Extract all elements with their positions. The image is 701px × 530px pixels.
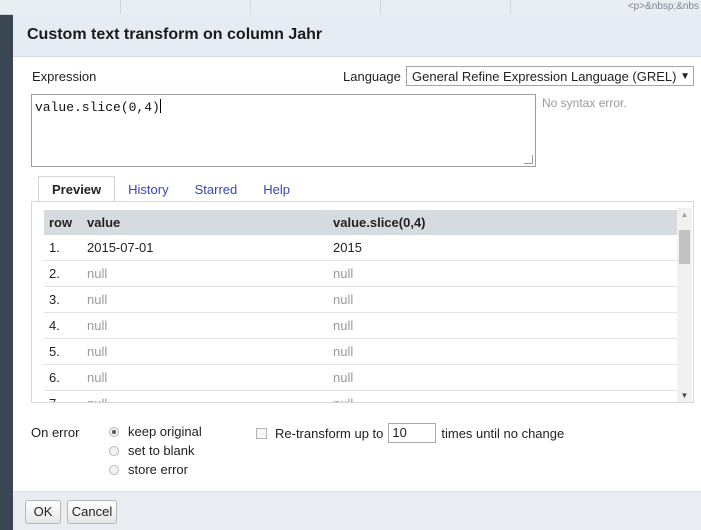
row-value: null [85, 286, 333, 313]
option-label: set to blank [128, 443, 195, 458]
on-error-options: keep original set to blank store error [109, 422, 202, 479]
row-value: null [85, 260, 333, 287]
background-cell-snippet: <p>&nbsp;&nbs [627, 1, 699, 12]
radio-store-error[interactable] [109, 464, 119, 475]
scroll-down-arrow-icon[interactable]: ▼ [677, 391, 692, 400]
retransform-label: Re-transform up to [275, 425, 384, 441]
table-row: 3. null null [44, 286, 677, 313]
retransform-times-input[interactable]: 10 [388, 423, 437, 443]
column-header-result: value.slice(0,4) [333, 210, 677, 235]
row-number: 7. [44, 390, 85, 402]
tab-starred[interactable]: Starred [182, 178, 251, 202]
preview-tabs: Preview History Starred Help [38, 175, 303, 202]
row-number: 5. [44, 338, 85, 365]
preview-panel: row value value.slice(0,4) 1. 2015-07-01… [31, 201, 694, 403]
column-header-value: value [85, 210, 333, 235]
row-result: null [333, 286, 677, 313]
expression-label: Expression [32, 69, 97, 84]
row-number: 2. [44, 260, 85, 287]
text-caret [159, 99, 161, 113]
preview-scrollbar[interactable]: ▲ ▼ [677, 208, 692, 402]
table-row: 2. null null [44, 260, 677, 287]
option-keep-original[interactable]: keep original [109, 422, 202, 441]
dialog-title: Custom text transform on column Jahr [27, 26, 323, 43]
table-row: 5. null null [44, 338, 677, 365]
row-number: 1. [44, 235, 85, 261]
row-result: 2015 [333, 235, 677, 261]
syntax-status: No syntax error. [542, 96, 627, 110]
row-number: 3. [44, 286, 85, 313]
dialog-footer: OK Cancel [13, 491, 701, 530]
language-select[interactable]: General Refine Expression Language (GREL… [406, 66, 694, 86]
cancel-button[interactable]: Cancel [67, 500, 117, 524]
tab-preview[interactable]: Preview [38, 176, 116, 202]
option-label: store error [128, 462, 188, 477]
tab-history[interactable]: History [115, 178, 181, 202]
row-result: null [333, 260, 677, 287]
dialog-header: Custom text transform on column Jahr [13, 14, 701, 57]
row-result: null [333, 338, 677, 365]
custom-text-transform-dialog: Custom text transform on column Jahr Exp… [13, 14, 701, 530]
dropdown-arrow-icon: ▼ [680, 71, 690, 82]
option-label: keep original [128, 424, 202, 439]
scroll-up-arrow-icon[interactable]: ▲ [677, 210, 692, 219]
scrollbar-thumb[interactable] [679, 230, 690, 264]
row-value: null [85, 312, 333, 339]
row-value: 2015-07-01 [85, 235, 333, 261]
expression-text: value.slice(0,4) [35, 100, 160, 115]
option-store-error[interactable]: store error [109, 460, 202, 479]
table-row: 6. null null [44, 364, 677, 391]
radio-set-to-blank[interactable] [109, 445, 119, 456]
row-result: null [333, 390, 677, 402]
row-value: null [85, 364, 333, 391]
row-result: null [333, 364, 677, 391]
retransform-row: Re-transform up to 10 times until no cha… [256, 423, 564, 443]
table-row: 1. 2015-07-01 2015 [44, 235, 677, 261]
tab-help[interactable]: Help [250, 178, 303, 202]
option-set-to-blank[interactable]: set to blank [109, 441, 202, 460]
background-spreadsheet-strip: <p>&nbsp;&nbs [0, 0, 701, 15]
resize-handle-icon[interactable] [524, 155, 533, 164]
column-header-row: row [44, 210, 85, 235]
table-header-row: row value value.slice(0,4) [44, 210, 677, 235]
language-label: Language [343, 69, 401, 84]
preview-table-container[interactable]: row value value.slice(0,4) 1. 2015-07-01… [44, 210, 677, 402]
retransform-suffix: times until no change [441, 425, 565, 441]
retransform-checkbox[interactable] [256, 427, 267, 439]
preview-table: row value value.slice(0,4) 1. 2015-07-01… [44, 210, 677, 402]
expression-textarea[interactable]: value.slice(0,4) [31, 94, 536, 167]
language-selected-value: General Refine Expression Language (GREL… [412, 69, 677, 84]
row-value: null [85, 338, 333, 365]
row-result: null [333, 312, 677, 339]
table-row: 4. null null [44, 312, 677, 339]
table-row: 7. null null [44, 390, 677, 402]
row-number: 4. [44, 312, 85, 339]
row-value: null [85, 390, 333, 402]
radio-keep-original[interactable] [109, 426, 119, 437]
on-error-label: On error [31, 425, 80, 440]
ok-button[interactable]: OK [25, 500, 61, 524]
row-number: 6. [44, 364, 85, 391]
